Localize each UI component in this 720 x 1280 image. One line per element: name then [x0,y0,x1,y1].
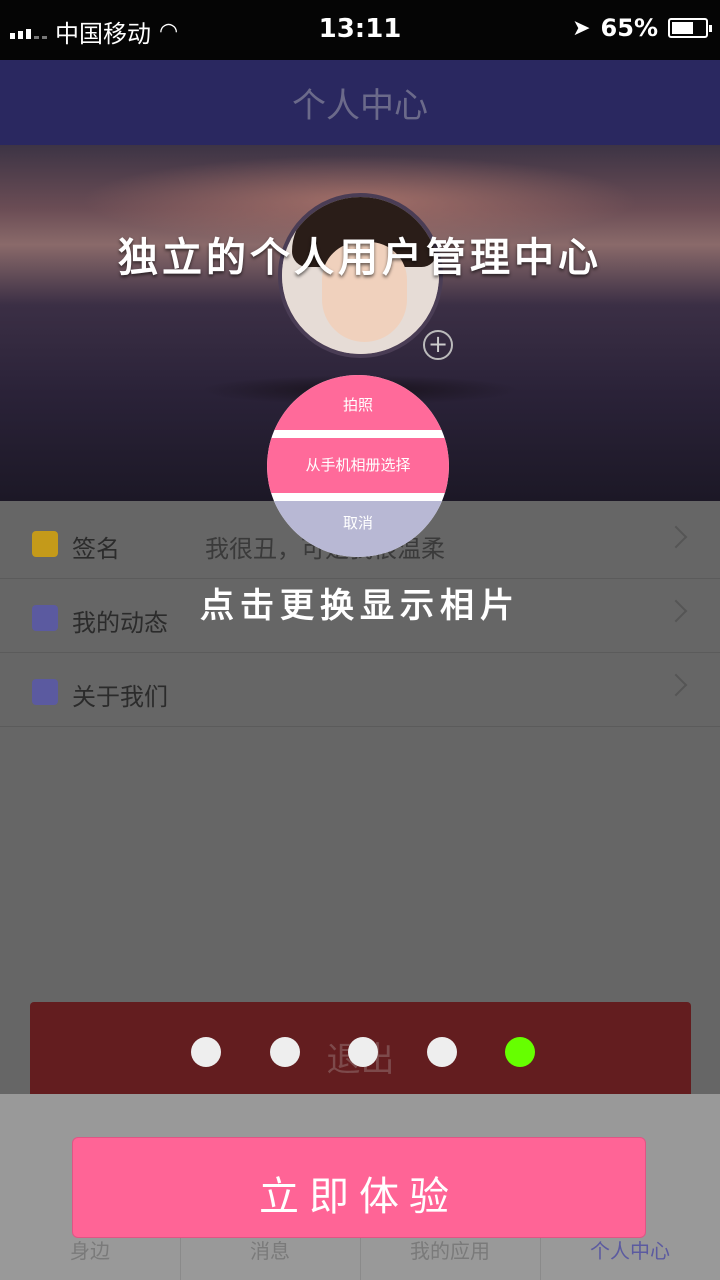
list-item-label: 签名 [72,535,120,563]
add-photo-icon[interactable]: + [423,330,453,360]
banner-headline: 独立的个人用户管理中心 [118,235,602,281]
status-right: ➤ 65% [572,14,712,42]
page-dot[interactable] [427,1037,457,1067]
list-item-about[interactable]: 关于我们 [0,653,720,727]
cancel-button[interactable]: 取消 [267,501,449,557]
page-dot[interactable] [191,1037,221,1067]
list-item-label: 关于我们 [72,683,168,711]
take-photo-button[interactable]: 拍照 [267,375,449,430]
page-dot[interactable] [505,1037,535,1067]
nav-header: 个人中心 [0,60,720,145]
location-arrow-icon: ➤ [572,15,591,41]
tab-profile[interactable]: 个人中心 [540,1235,720,1264]
page-dot[interactable] [348,1037,378,1067]
status-bar: 中国移动 ◠ 13:11 ➤ 65% [0,0,720,60]
page-title: 个人中心 [292,86,428,126]
battery-fill [672,22,693,34]
change-photo-hint: 点击更换显示相片 [200,586,520,626]
tab-messages[interactable]: 消息 [180,1235,360,1264]
page-dot[interactable] [270,1037,300,1067]
page-indicator [0,1037,720,1067]
signature-icon [32,531,58,557]
tab-nearby[interactable]: 身边 [0,1235,180,1264]
try-now-label: 立即体验 [259,1174,459,1220]
choose-album-button[interactable]: 从手机相册选择 [267,438,449,493]
battery-icon [668,18,712,38]
tab-my-apps[interactable]: 我的应用 [360,1235,540,1264]
chevron-right-icon [664,525,688,549]
person-icon [32,679,58,705]
photo-action-sheet: 拍照 从手机相册选择 取消 [267,375,449,557]
try-now-button[interactable]: 立即体验 [72,1137,646,1238]
battery-percent: 65% [600,14,658,42]
chevron-right-icon [664,673,688,697]
